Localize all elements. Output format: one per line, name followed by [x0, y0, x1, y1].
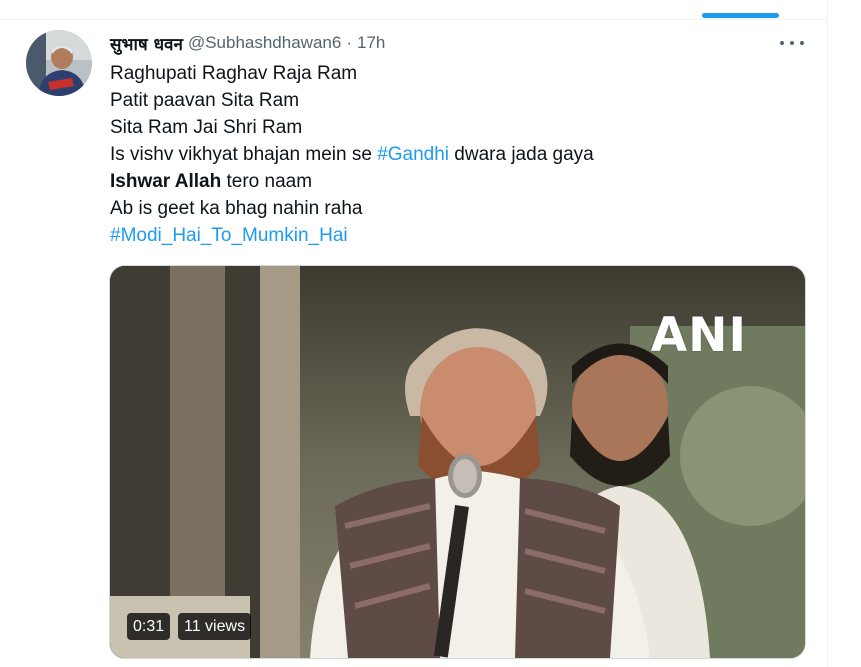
more-horizontal-icon [800, 41, 804, 45]
text-segment: tero naam [221, 171, 313, 192]
bold-text: Ishwar Allah [110, 171, 222, 192]
video-duration-badge: 0:31 [127, 613, 171, 640]
text-segment: Patit paavan Sita Ram [110, 90, 300, 111]
more-options-button[interactable] [778, 34, 806, 52]
tweet-text: Raghupati Raghav Raja Ram Patit paavan Si… [110, 60, 800, 249]
more-horizontal-icon [790, 41, 794, 45]
ani-watermark: ANI [650, 308, 747, 363]
tweet-text-line: Is vishv vikhyat bhajan mein se #Gandhi … [110, 141, 800, 168]
tweet-text-line: #Modi_Hai_To_Mumkin_Hai [110, 222, 800, 249]
timestamp[interactable]: 17h [357, 33, 385, 53]
separator-dot: · [346, 33, 352, 52]
tweet-text-line: Sita Ram Jai Shri Ram [110, 114, 800, 141]
avatar[interactable] [26, 30, 92, 96]
tweet-text-line: Ab is geet ka bhag nahin raha [110, 195, 800, 222]
hashtag-link[interactable]: #Gandhi [377, 144, 449, 165]
tweet-header: सुभाष धवन @Subhashdhawan6 · 17h [110, 31, 385, 55]
view-count-badge: 11 views [178, 613, 252, 640]
text-segment: dwara jada gaya [449, 144, 594, 165]
author-display-name[interactable]: सुभाष धवन [110, 32, 183, 55]
column-border [827, 0, 828, 667]
tweet-text-line: Patit paavan Sita Ram [110, 87, 800, 114]
author-handle[interactable]: @Subhashdhawan6 [188, 33, 341, 53]
text-segment: Ab is geet ka bhag nahin raha [110, 198, 363, 219]
tab-indicator [702, 13, 779, 18]
video-player[interactable]: ANI 0:31 11 views [109, 265, 806, 659]
text-segment: Raghupati Raghav Raja Ram [110, 63, 358, 84]
text-segment: Sita Ram Jai Shri Ram [110, 117, 303, 138]
text-segment: Is vishv vikhyat bhajan mein se [110, 144, 378, 165]
tweet-text-line: Ishwar Allah tero naam [110, 168, 800, 195]
avatar-image [26, 30, 92, 96]
tweet-text-line: Raghupati Raghav Raja Ram [110, 60, 800, 87]
more-horizontal-icon [780, 41, 784, 45]
hashtag-link[interactable]: #Modi_Hai_To_Mumkin_Hai [110, 225, 348, 246]
